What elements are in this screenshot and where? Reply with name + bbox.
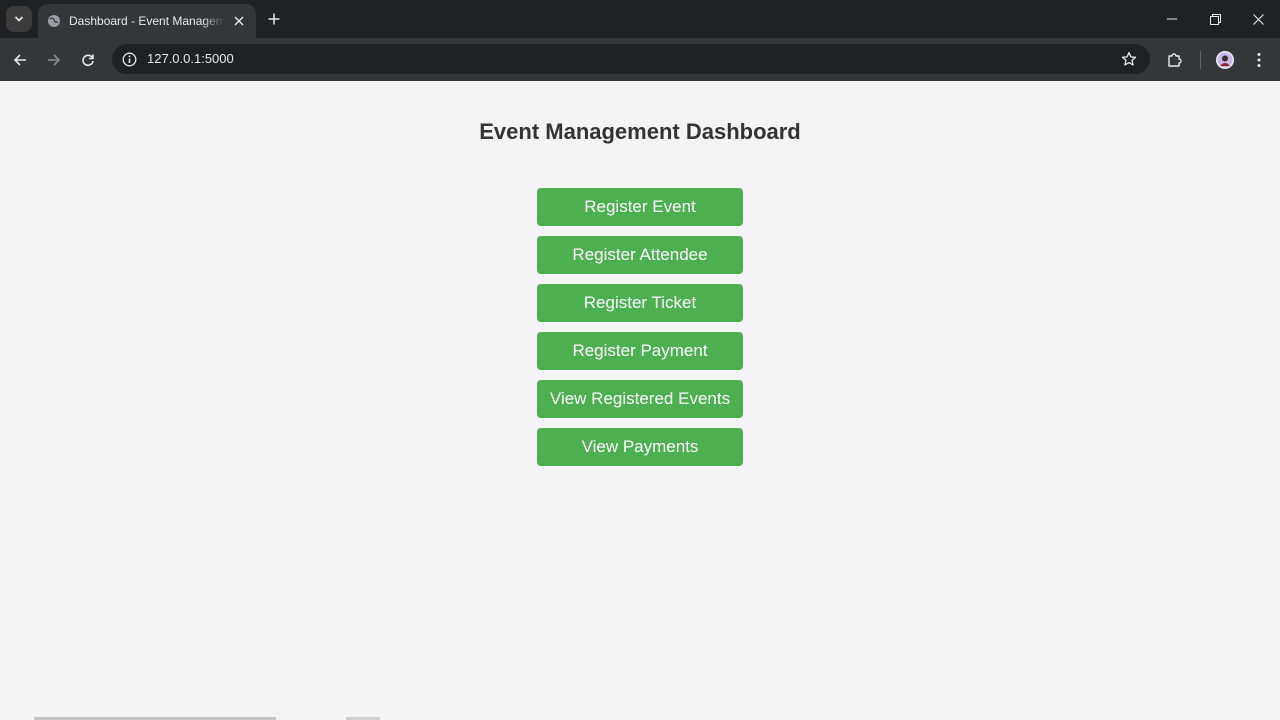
minimize-button[interactable] (1150, 0, 1194, 38)
register-attendee-button[interactable]: Register Attendee (537, 236, 743, 274)
register-event-button[interactable]: Register Event (537, 188, 743, 226)
plus-icon (268, 13, 280, 25)
star-icon[interactable] (1120, 50, 1138, 68)
reload-button[interactable] (75, 47, 101, 73)
close-icon (1252, 13, 1264, 25)
window-close-button[interactable] (1236, 0, 1280, 38)
restore-icon (1209, 13, 1221, 25)
new-tab-button[interactable] (263, 8, 285, 30)
restore-button[interactable] (1193, 0, 1237, 38)
profile-button[interactable] (1212, 47, 1238, 73)
register-ticket-button[interactable]: Register Ticket (537, 284, 743, 322)
close-icon[interactable] (230, 12, 248, 30)
back-arrow-icon (13, 54, 26, 66)
browser-tab[interactable]: Dashboard - Event Management (38, 4, 256, 38)
tab-title: Dashboard - Event Management (69, 14, 225, 28)
avatar (1216, 51, 1234, 69)
tab-search-button[interactable] (6, 6, 32, 32)
page-content: Event Management Dashboard Register Even… (0, 81, 1280, 720)
url-text: 127.0.0.1:5000 (147, 51, 234, 66)
more-vertical-icon (1257, 53, 1261, 67)
forward-arrow-icon (48, 54, 61, 66)
browser-toolbar: 127.0.0.1:5000 (0, 38, 1280, 81)
extensions-button[interactable] (1162, 47, 1188, 73)
address-bar[interactable]: 127.0.0.1:5000 (112, 44, 1150, 74)
puzzle-icon (1168, 53, 1182, 67)
forward-button[interactable] (41, 47, 67, 73)
reload-icon (82, 54, 94, 67)
minimize-icon (1167, 18, 1177, 20)
info-icon[interactable] (121, 51, 137, 67)
browser-menu-button[interactable] (1246, 47, 1272, 73)
register-payment-button[interactable]: Register Payment (537, 332, 743, 370)
browser-tab-bar: Dashboard - Event Management (0, 0, 1280, 38)
globe-icon (47, 14, 61, 28)
page-title: Event Management Dashboard (479, 119, 801, 144)
view-payments-button[interactable]: View Payments (537, 428, 743, 466)
view-registered-events-button[interactable]: View Registered Events (537, 380, 743, 418)
back-button[interactable] (7, 47, 33, 73)
toolbar-separator (1200, 51, 1201, 69)
action-button-list: Register Event Register Attendee Registe… (537, 188, 743, 466)
chevron-down-icon (14, 16, 24, 22)
